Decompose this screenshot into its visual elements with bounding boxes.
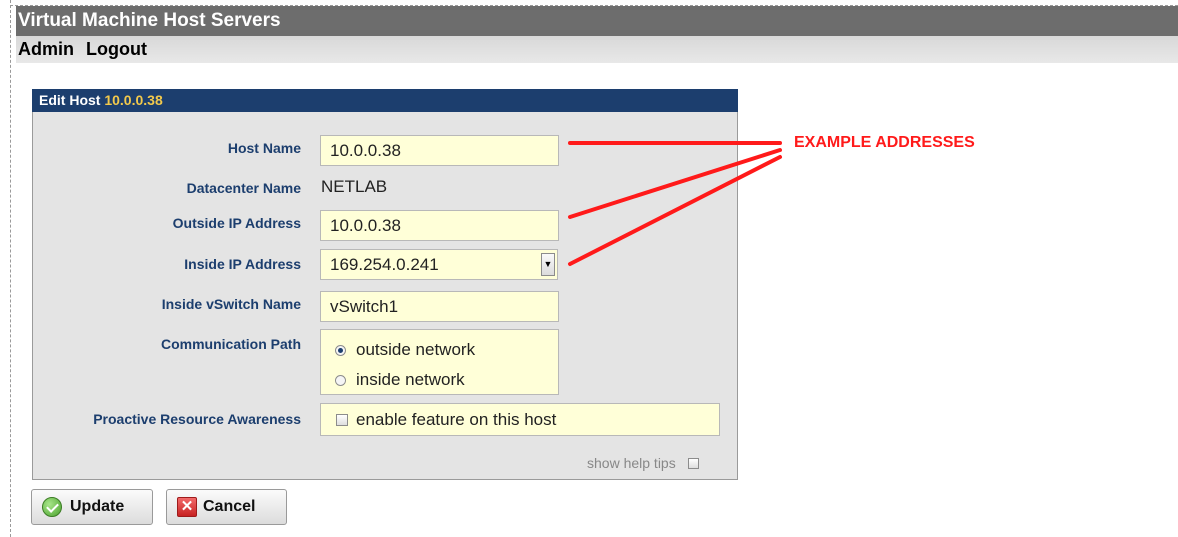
annotation-label: EXAMPLE ADDRESSES (794, 134, 975, 151)
annotation-line-outside-ip (568, 148, 782, 219)
annotation-line-inside-ip (568, 155, 782, 266)
annotation-arrows (568, 141, 782, 266)
